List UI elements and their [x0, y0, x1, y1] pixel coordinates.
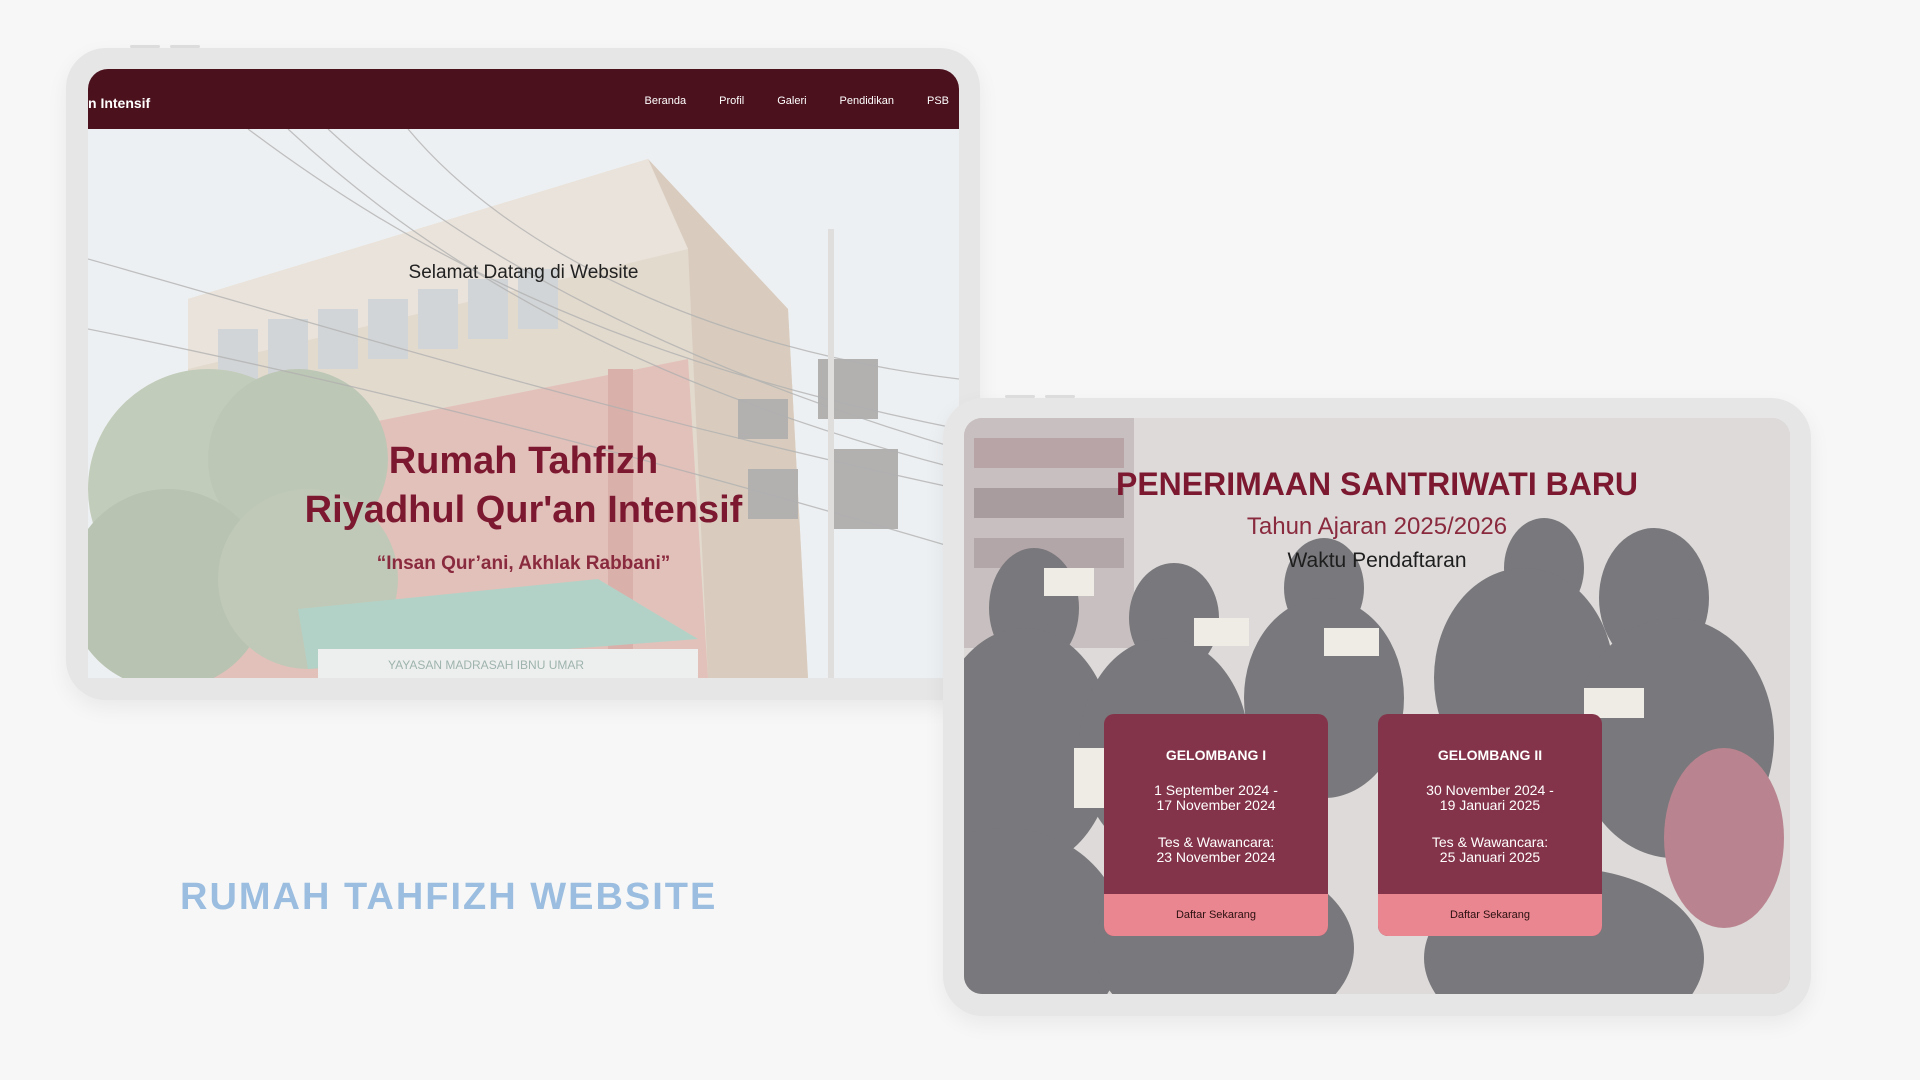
wave-card-1: GELOMBANG I 1 September 2024 - 17 Novemb… [1104, 714, 1328, 936]
psb-screen: PENERIMAAN SANTRIWATI BARU Tahun Ajaran … [964, 418, 1790, 994]
camera-dot [170, 45, 200, 48]
site-brand[interactable]: n Intensif [88, 95, 150, 111]
nav-item-beranda[interactable]: Beranda [645, 95, 687, 107]
nav-item-pendidikan[interactable]: Pendidikan [840, 95, 894, 107]
showcase-caption: RUMAH TAHFIZH WEBSITE [180, 876, 718, 918]
tablet-mockup-home: n Intensif Beranda Profil Galeri Pendidi… [66, 45, 980, 700]
psb-title: PENERIMAAN SANTRIWATI BARU [1115, 466, 1639, 502]
camera-dot [1045, 395, 1075, 398]
camera-dot [130, 45, 160, 48]
hero-tagline: “Insan Qur’ani, Akhlak Rabbani” [376, 553, 671, 574]
hero-title-line2: Riyadhul Qur'an Intensif [304, 489, 743, 531]
wave-card-2: GELOMBANG II 30 November 2024 - 19 Janua… [1378, 714, 1602, 936]
camera-dot [1005, 395, 1035, 398]
nav-item-profil[interactable]: Profil [719, 95, 744, 107]
psb-period-label: Waktu Pendaftaran [1287, 549, 1467, 572]
register-button-2[interactable]: Daftar Sekarang [1378, 894, 1602, 936]
wave-test: Tes & Wawancara: 25 Januari 2025 [1378, 835, 1602, 865]
nav-item-galeri[interactable]: Galeri [777, 95, 806, 107]
hero-title-line1: Rumah Tahfizh [388, 440, 659, 482]
wave-name: GELOMBANG I [1165, 747, 1267, 763]
wave-test-date: 23 November 2024 [1156, 849, 1276, 865]
hero-title: Rumah Tahfizh Riyadhul Qur'an Intensif [88, 437, 959, 535]
psb-academic-year: Tahun Ajaran 2025/2026 [1246, 513, 1508, 540]
wave-dates: 30 November 2024 - 19 Januari 2025 [1378, 783, 1602, 813]
hero-overlay [88, 129, 959, 678]
wave-test-date: 25 Januari 2025 [1439, 849, 1541, 865]
wave-test-label: Tes & Wawancara: [1431, 834, 1549, 850]
welcome-text: Selamat Datang di Website [408, 262, 639, 283]
wave-dates-line1: 1 September 2024 - [1154, 782, 1278, 798]
wave-test-label: Tes & Wawancara: [1157, 834, 1275, 850]
hero-section: YAYASAN MADRASAH IBNU UMAR [88, 129, 959, 678]
nav-menu: Beranda Profil Galeri Pendidikan PSB [645, 95, 949, 107]
wave-test: Tes & Wawancara: 23 November 2024 [1104, 835, 1328, 865]
home-screen: n Intensif Beranda Profil Galeri Pendidi… [88, 69, 959, 678]
nav-item-psb[interactable]: PSB [927, 95, 949, 107]
wave-dates-line2: 19 Januari 2025 [1439, 797, 1541, 813]
wave-dates-line1: 30 November 2024 - [1426, 782, 1554, 798]
wave-name: GELOMBANG II [1437, 747, 1543, 763]
navbar: n Intensif Beranda Profil Galeri Pendidi… [88, 69, 959, 129]
tablet-mockup-psb: PENERIMAAN SANTRIWATI BARU Tahun Ajaran … [943, 395, 1811, 1016]
psb-background [964, 418, 1790, 994]
wave-dates: 1 September 2024 - 17 November 2024 [1104, 783, 1328, 813]
wave-dates-line2: 17 November 2024 [1156, 797, 1276, 813]
register-button-1[interactable]: Daftar Sekarang [1104, 894, 1328, 936]
psb-overlay [964, 418, 1790, 994]
